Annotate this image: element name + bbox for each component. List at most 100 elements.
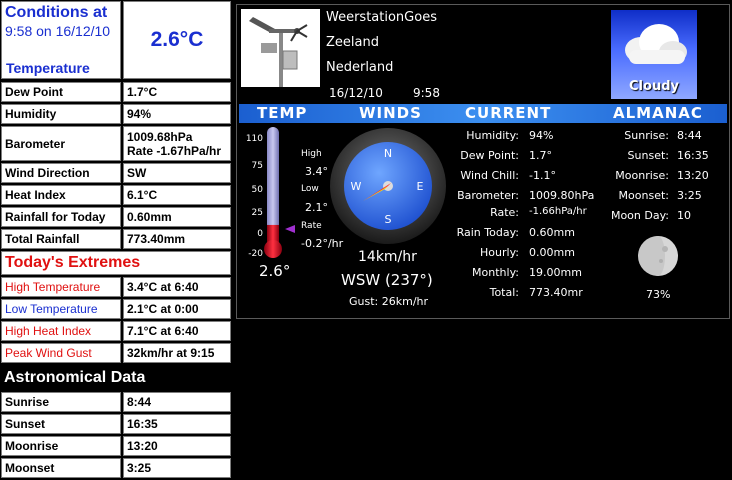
extreme-label-high-heat-index: High Heat Index [1,321,121,341]
section-bar: TEMP WINDS CURRENT ALMANAC [239,104,727,123]
station-region: Zeeland [326,35,379,50]
wind-direction: WSW (237°) [341,271,433,289]
current-label-8: Total: [489,286,519,299]
conditions-title: Conditions at [5,4,108,21]
extreme-label-low-temp: Low Temperature [1,299,121,319]
almanac-label-0: Sunrise: [624,129,669,142]
almanac-label-2: Moonrise: [615,169,669,182]
thermo-tick-50: 50 [252,185,264,195]
forecast-panel: Cloudy [611,10,697,99]
almanac-label-3: Moonset: [618,189,669,202]
extreme-value-high-temp: 3.4°C at 6:40 [123,277,231,297]
thermo-low-value: 2.1° [305,201,328,214]
compass-w: W [351,180,362,193]
row-label-wind-direction: Wind Direction [1,163,121,183]
row-label-total-rainfall: Total Rainfall [1,229,121,249]
compass-icon: N E S W [329,127,447,245]
thermo-tick-110: 110 [246,134,263,144]
barometer-rate: Rate -1.67hPa/hr [127,143,222,158]
row-label-rainfall-today: Rainfall for Today [1,207,121,227]
section-winds: WINDS [359,104,422,122]
current-label-3: Barometer: [457,189,519,202]
row-label-heat-index: Heat Index [1,185,121,205]
extreme-value-peak-gust: 32km/hr at 9:15 [123,343,231,363]
almanac-label-4: Moon Day: [610,209,669,222]
station-date: 16/12/10 [329,86,383,100]
almanac-value-3: 3:25 [677,189,702,202]
section-current: CURRENT [465,104,552,122]
almanac-value-4: 10 [677,209,691,222]
current-value-0: 94% [529,129,554,142]
current-label-1: Dew Point: [460,149,519,162]
row-value-dew-point: 1.7°C [123,82,231,102]
astro-value-sunrise: 8:44 [123,392,231,412]
current-value-3: 1009.80hPa [529,189,595,202]
moon-percent: 73% [646,288,671,301]
astro-value-sunset: 16:35 [123,414,231,434]
current-label-7: Monthly: [472,266,519,279]
current-value-4: -1.66hPa/hr [529,206,587,217]
extreme-value-high-heat-index: 7.1°C at 6:40 [123,321,231,341]
current-label-2: Wind Chill: [460,169,519,182]
astro-label-moonset: Moonset [1,458,121,478]
extremes-heading: Today's Extremes [1,251,231,275]
row-label-humidity: Humidity [1,104,121,124]
almanac-value-1: 16:35 [677,149,709,162]
thermo-high-value: 3.4° [305,165,328,178]
astro-label-sunset: Sunset [1,414,121,434]
row-value-rainfall-today: 0.60mm [123,207,231,227]
almanac-label-1: Sunset: [627,149,669,162]
thermo-low-label: Low [301,184,319,194]
astro-value-moonset: 3:25 [123,458,231,478]
current-label-4: Rate: [490,206,519,219]
thermo-rate-label: Rate [301,221,322,231]
weather-station-icon [241,9,320,87]
extreme-label-peak-gust: Peak Wind Gust [1,343,121,363]
compass-e: E [417,180,424,193]
temperature-value: 2.6°C [123,1,231,79]
barometer-value: 1009.68hPa [127,129,193,144]
row-value-total-rainfall: 773.40mm [123,229,231,249]
thermo-current: 2.6° [259,262,291,280]
thermo-high-label: High [301,149,322,159]
row-value-wind-direction: SW [123,163,231,183]
current-value-7: 19.00mm [529,266,582,279]
station-panel: WeerstationGoes Zeeland Nederland 16/12/… [236,4,730,319]
forecast-label: Cloudy [629,79,679,94]
section-almanac: ALMANAC [613,104,703,122]
current-value-8: 773.40mr [529,286,583,299]
compass-n: N [384,147,392,160]
compass-s: S [385,213,392,226]
extreme-label-high-temp: High Temperature [1,277,121,297]
row-value-barometer: 1009.68hPa Rate -1.67hPa/hr [123,126,231,161]
current-label-5: Rain Today: [456,226,519,239]
current-label-6: Hourly: [480,246,519,259]
row-value-humidity: 94% [123,104,231,124]
almanac-value-2: 13:20 [677,169,709,182]
current-label-0: Humidity: [466,129,519,142]
temperature-label: Temperature [6,60,90,76]
wind-gust: Gust: 26km/hr [349,295,429,308]
cloud-icon [625,24,687,64]
thermometer-icon: 110 75 50 25 0 -20 [237,125,297,265]
astro-heading: Astronomical Data [1,365,231,390]
conditions-header: Conditions at 9:58 on 16/12/10 Temperatu… [1,1,121,79]
row-value-heat-index: 6.1°C [123,185,231,205]
extreme-value-low-temp: 2.1°C at 0:00 [123,299,231,319]
station-country: Nederland [326,60,394,75]
section-temp: TEMP [257,104,308,122]
current-value-5: 0.60mm [529,226,575,239]
conditions-table: Conditions at 9:58 on 16/12/10 Temperatu… [0,0,232,480]
current-value-1: 1.7° [529,149,552,162]
almanac-value-0: 8:44 [677,129,702,142]
current-value-6: 0.00mm [529,246,575,259]
astro-label-sunrise: Sunrise [1,392,121,412]
moon-phase-icon [634,232,682,280]
conditions-time: 9:58 on 16/12/10 [5,23,111,39]
thermo-tick-neg20: -20 [248,249,263,259]
thermo-tick-25: 25 [252,208,263,218]
astro-value-moonrise: 13:20 [123,436,231,456]
station-name: WeerstationGoes [326,10,437,25]
row-label-dew-point: Dew Point [1,82,121,102]
station-time: 9:58 [413,86,440,100]
